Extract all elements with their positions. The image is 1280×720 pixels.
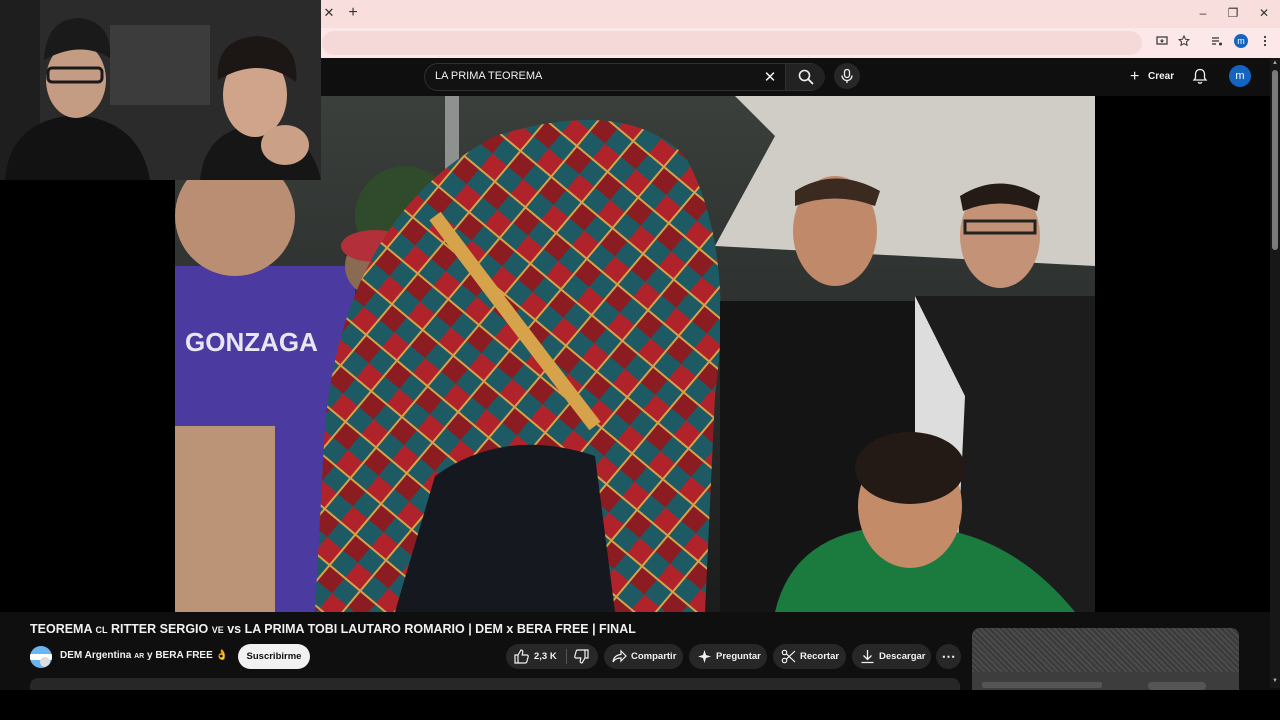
collab-text: y BERA FREE [147,650,213,661]
svg-text:GONZAGA: GONZAGA [185,327,318,357]
like-divider [566,649,567,664]
more-actions-button[interactable]: ⋯ [936,644,961,669]
clear-search-icon[interactable]: ✕ [761,69,779,87]
search-icon [798,69,814,85]
notifications-bell-icon[interactable] [1192,68,1208,85]
browser-menu-icon[interactable] [1256,34,1274,52]
flag-ve: VE [211,625,224,635]
voice-search-button[interactable] [834,63,860,89]
scissors-icon [781,649,796,664]
dislike-icon[interactable] [574,649,589,664]
share-label: Compartir [631,651,677,662]
account-avatar[interactable]: m [1229,65,1251,87]
download-icon [861,650,874,664]
page-scrollbar[interactable]: ▲ ▼ [1270,58,1280,688]
plus-icon: + [1130,68,1140,85]
scroll-down-arrow-icon[interactable]: ▼ [1271,678,1279,684]
new-tab-button[interactable]: + [344,4,362,22]
recommendation-button-placeholder [1148,682,1206,690]
title-text: TEOREMA [30,622,93,636]
download-button[interactable]: Descargar [852,644,931,669]
subscribe-button[interactable]: Suscribirme [238,644,310,669]
create-label: Crear [1148,71,1175,82]
webcam-overlay [0,0,321,180]
media-controls-icon[interactable] [1208,34,1226,52]
ask-button[interactable]: Preguntar [689,644,767,669]
address-bar[interactable] [322,31,1142,55]
channel-name-text: DEM Argentina [60,650,132,661]
share-icon [612,649,627,663]
channel-row: DEM Argentina AR y BERA FREE 👌 Suscribir… [30,644,961,670]
like-dislike-group: 2,3 K [506,644,598,669]
title-text-2: RITTER SERGIO [111,622,209,636]
sparkle-icon [698,650,711,663]
recommendation-thumbnail [972,628,1239,672]
screen: ✕ + – ❐ ✕ m LA PRIMA TEOREMA ✕ + Crear m… [0,0,1280,720]
scrollbar-thumb[interactable] [1272,70,1278,250]
install-app-icon[interactable] [1153,34,1171,52]
bookmark-star-icon[interactable] [1175,34,1193,52]
ask-label: Preguntar [716,651,761,662]
clip-label: Recortar [800,651,840,662]
search-button[interactable] [785,64,825,90]
webcam-image [0,0,321,180]
restore-button[interactable]: ❐ [1222,4,1244,22]
flag-ar: AR [134,653,145,660]
share-button[interactable]: Compartir [604,644,683,669]
minimize-button[interactable]: – [1192,4,1214,22]
clip-button[interactable]: Recortar [773,644,846,669]
recommendation-title-placeholder [982,682,1102,688]
flag-cl: CL [95,625,108,635]
title-text-3: vs LA PRIMA TOBI LAUTARO ROMARIO | DEM x… [227,622,636,636]
search-bar[interactable]: LA PRIMA TEOREMA ✕ [424,63,825,91]
microphone-icon [841,69,853,83]
search-input[interactable]: LA PRIMA TEOREMA [435,70,542,82]
create-button[interactable]: + Crear [1124,65,1180,89]
scroll-up-arrow-icon[interactable]: ▲ [1271,60,1279,66]
video-title: TEOREMA CL RITTER SERGIO VE vs LA PRIMA … [30,622,960,640]
like-count[interactable]: 2,3 K [534,644,557,669]
download-label: Descargar [879,651,926,662]
tab-close-icon[interactable]: ✕ [322,6,336,20]
recommendation-card[interactable] [972,628,1239,690]
browser-profile-avatar[interactable]: m [1234,34,1248,48]
window-close-button[interactable]: ✕ [1253,4,1275,22]
ok-hand-emoji: 👌 [215,650,228,661]
like-icon[interactable] [514,649,529,664]
channel-name[interactable]: DEM Argentina AR y BERA FREE 👌 [60,650,228,661]
bottom-black-bar [0,690,1280,720]
channel-avatar[interactable] [30,646,52,668]
